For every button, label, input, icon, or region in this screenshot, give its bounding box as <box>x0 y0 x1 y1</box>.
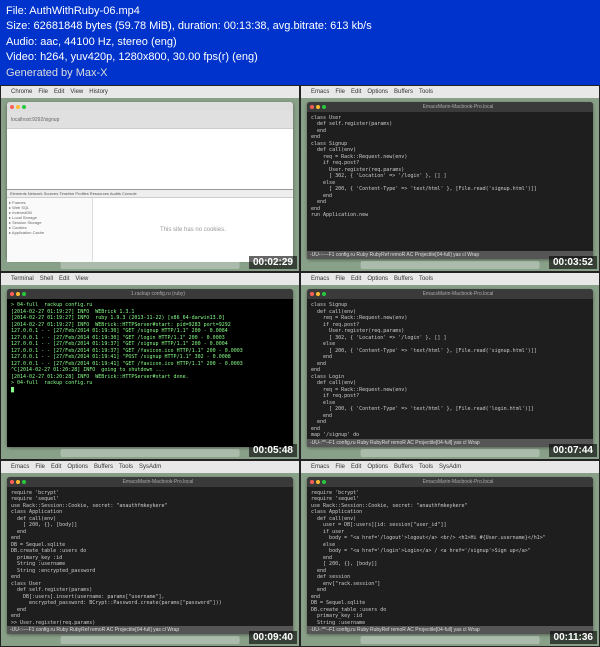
browser-chrome: localhost:9292/signup <box>7 111 293 129</box>
emacs-window: EmacsMarin-Macbook-Pro.local class User … <box>307 102 593 259</box>
timestamp: 00:11:36 <box>550 631 597 644</box>
thumbnail-0: Chrome File Edit View History localhost:… <box>0 85 300 272</box>
page-body <box>7 129 293 188</box>
filename: AuthWithRuby-06.mp4 <box>29 5 140 17</box>
size-label: Size: <box>6 20 30 32</box>
timestamp: 00:03:52 <box>549 256 597 269</box>
emacs-window: EmacsMarin-Macbook-Pro.local require 'bc… <box>7 477 293 634</box>
terminal-window: 1.rackup config.ru (ruby) > 04-full rack… <box>7 289 293 446</box>
audio-value: aac, 44100 Hz, stereo (eng) <box>40 36 176 48</box>
devtools-tabs[interactable]: Elements Network Sources Timeline Profil… <box>7 190 293 198</box>
audio-label: Audio: <box>6 36 37 48</box>
address-bar[interactable]: localhost:9292/signup <box>7 111 293 129</box>
timestamp: 00:05:48 <box>249 444 297 457</box>
dock <box>61 261 240 269</box>
devtools-message: This site has no cookies. <box>93 198 293 263</box>
generated-by: Generated by Max-X <box>6 66 594 81</box>
code-editor[interactable]: require 'bcrypt'require 'sequel'use Rack… <box>307 487 593 626</box>
menubar: Chrome File Edit View History <box>1 86 299 98</box>
menubar: TerminalShellEditView <box>1 273 299 285</box>
titlebar <box>7 102 293 111</box>
timestamp: 00:09:40 <box>249 631 297 644</box>
thumbnail-2: TerminalShellEditView 1.rackup config.ru… <box>0 272 300 459</box>
emacs-window: EmacsMarin-Macbook-Pro.local require 'bc… <box>307 477 593 634</box>
file-label: File: <box>6 5 27 17</box>
size-value: 62681848 bytes (59.78 MiB), <box>34 20 175 32</box>
emacs-window: EmacsMarin-Macbook-Pro.local class Signu… <box>307 289 593 446</box>
thumbnail-1: EmacsFileEditOptionsBuffersTools EmacsMa… <box>300 85 600 272</box>
code-editor[interactable]: class Signup def call(env) req = Rack::R… <box>307 299 593 438</box>
bitrate-value: 613 kb/s <box>330 20 372 32</box>
thumbnail-3: EmacsFileEditOptionsBuffersTools EmacsMa… <box>300 272 600 459</box>
media-info-header: File: AuthWithRuby-06.mp4 Size: 62681848… <box>0 0 600 85</box>
thumbnail-grid: Chrome File Edit View History localhost:… <box>0 85 600 647</box>
menubar: EmacsFileEditOptionsBuffersToolsSysAdm <box>301 461 599 473</box>
bitrate-label: avg.bitrate: <box>273 20 327 32</box>
duration-value: 00:13:38, <box>224 20 270 32</box>
menubar: EmacsFileEditOptionsBuffersTools <box>301 273 599 285</box>
menubar: EmacsFileEditOptionsBuffersTools <box>301 86 599 98</box>
devtools-sidebar[interactable]: ▸ Frames▸ Web SQL▸ IndexedDB▸ Local Stor… <box>7 198 93 263</box>
devtools: Elements Network Sources Timeline Profil… <box>7 189 293 263</box>
timestamp: 00:02:29 <box>249 256 297 269</box>
duration-label: duration: <box>178 20 221 32</box>
video-value: h264, yuv420p, 1280x800, 30.00 fps(r) (e… <box>40 51 258 63</box>
timestamp: 00:07:44 <box>549 444 597 457</box>
thumbnail-4: EmacsFileEditOptionsBuffersToolsSysAdm E… <box>0 460 300 647</box>
chrome-window: localhost:9292/signup Elements Network S… <box>7 102 293 259</box>
thumbnail-5: EmacsFileEditOptionsBuffersToolsSysAdm E… <box>300 460 600 647</box>
code-editor[interactable]: class User def self.register(params) end… <box>307 112 593 251</box>
video-label: Video: <box>6 51 37 63</box>
code-editor[interactable]: require 'bcrypt'require 'sequel'use Rack… <box>7 487 293 626</box>
terminal-output[interactable]: > 04-full rackup config.ru[2014-02-27 01… <box>7 299 293 446</box>
menubar: EmacsFileEditOptionsBuffersToolsSysAdm <box>1 461 299 473</box>
